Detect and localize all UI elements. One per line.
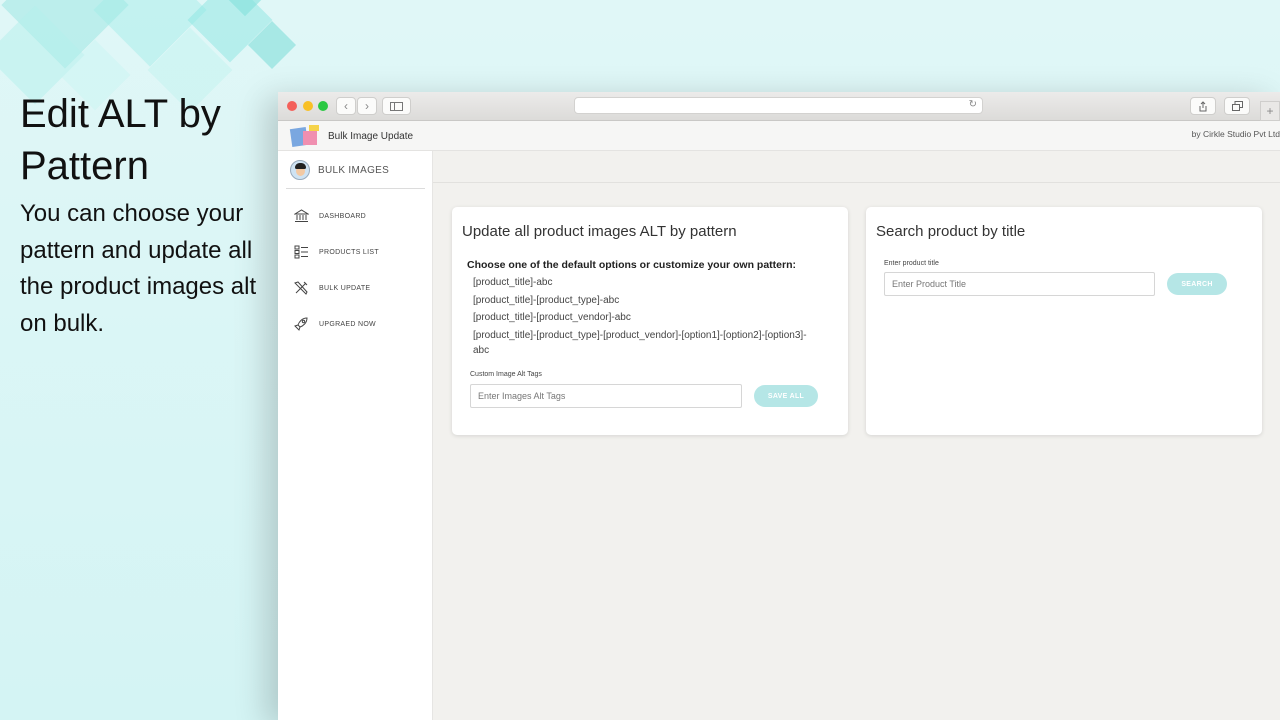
save-all-button[interactable]: SAVE ALL — [754, 385, 818, 407]
sidebar-item-upgrade[interactable]: UPGRAED NOW — [278, 313, 433, 335]
close-window-button[interactable] — [287, 101, 297, 111]
alt-pattern-title: Update all product images ALT by pattern — [462, 223, 737, 240]
sidebar-brand: BULK IMAGES — [286, 151, 425, 189]
promo-text: Edit ALT by Pattern You can choose your … — [20, 88, 276, 342]
search-button[interactable]: SEARCH — [1167, 273, 1227, 295]
promo-description: You can choose your pattern and update a… — [20, 200, 257, 337]
sidebar-item-label: PRODUCTS LIST — [319, 248, 379, 256]
sidebar-item-label: BULK UPDATE — [319, 284, 371, 292]
search-product-title: Search product by title — [876, 223, 1026, 240]
pattern-option[interactable]: [product_title]-[product_type]-abc — [473, 293, 813, 308]
address-bar[interactable]: ↻ — [574, 97, 983, 114]
sidebar-item-label: UPGRAED NOW — [319, 320, 376, 328]
alt-tags-input[interactable] — [470, 384, 742, 408]
bank-icon — [294, 209, 309, 222]
sidebar-item-bulk-update[interactable]: BULK UPDATE — [278, 277, 433, 299]
sidebar-brand-label: BULK IMAGES — [318, 165, 390, 176]
pattern-hint: Choose one of the default options or cus… — [467, 259, 797, 271]
sidebar-icon — [390, 101, 403, 111]
browser-window: ‹ › ↻ + Bulk Image Update by Cirkle Stud… — [278, 92, 1280, 720]
sidebar-toggle-button[interactable] — [382, 97, 411, 115]
browser-toolbar: ‹ › ↻ + — [278, 92, 1280, 121]
app-header: Bulk Image Update by Cirkle Studio Pvt L… — [278, 121, 1280, 151]
alt-tags-label: Custom Image Alt Tags — [470, 371, 542, 378]
sidebar: BULK IMAGES DASHBOARD PRODUCTS LIST BULK… — [278, 151, 433, 720]
promo-title: Edit ALT by Pattern — [20, 92, 221, 188]
rocket-icon — [294, 317, 308, 331]
tabs-overview-button[interactable] — [1224, 97, 1250, 115]
app-name: Bulk Image Update — [328, 131, 414, 142]
app-logo — [289, 125, 319, 149]
forward-button[interactable]: › — [357, 97, 377, 115]
minimize-window-button[interactable] — [303, 101, 313, 111]
alt-pattern-card: Update all product images ALT by pattern… — [452, 207, 848, 435]
share-button[interactable] — [1190, 97, 1216, 115]
sidebar-item-products-list[interactable]: PRODUCTS LIST — [278, 241, 433, 263]
pattern-option[interactable]: [product_title]-[product_vendor]-abc — [473, 310, 813, 325]
app-vendor: by Cirkle Studio Pvt Ltd — [1191, 129, 1280, 139]
list-icon — [294, 245, 308, 259]
avatar — [290, 160, 310, 180]
pattern-option[interactable]: [product_title]-abc — [473, 275, 813, 290]
zoom-window-button[interactable] — [318, 101, 328, 111]
search-product-card: Search product by title Enter product ti… — [866, 207, 1262, 435]
pattern-option[interactable]: [product_title]-[product_type]-[product_… — [473, 328, 808, 358]
chevron-left-icon: ‹ — [344, 99, 348, 113]
plus-icon: + — [1266, 104, 1274, 118]
sidebar-item-dashboard[interactable]: DASHBOARD — [278, 205, 433, 227]
reload-icon[interactable]: ↻ — [969, 99, 977, 110]
content-header-bar — [433, 151, 1280, 183]
product-title-input[interactable] — [884, 272, 1155, 296]
back-button[interactable]: ‹ — [336, 97, 356, 115]
tabs-icon — [1231, 101, 1243, 111]
product-title-label: Enter product title — [884, 260, 939, 267]
new-tab-button[interactable]: + — [1260, 101, 1280, 121]
sidebar-item-label: DASHBOARD — [319, 212, 367, 220]
chevron-right-icon: › — [365, 99, 369, 113]
share-icon — [1199, 100, 1207, 111]
tools-icon — [294, 281, 308, 295]
